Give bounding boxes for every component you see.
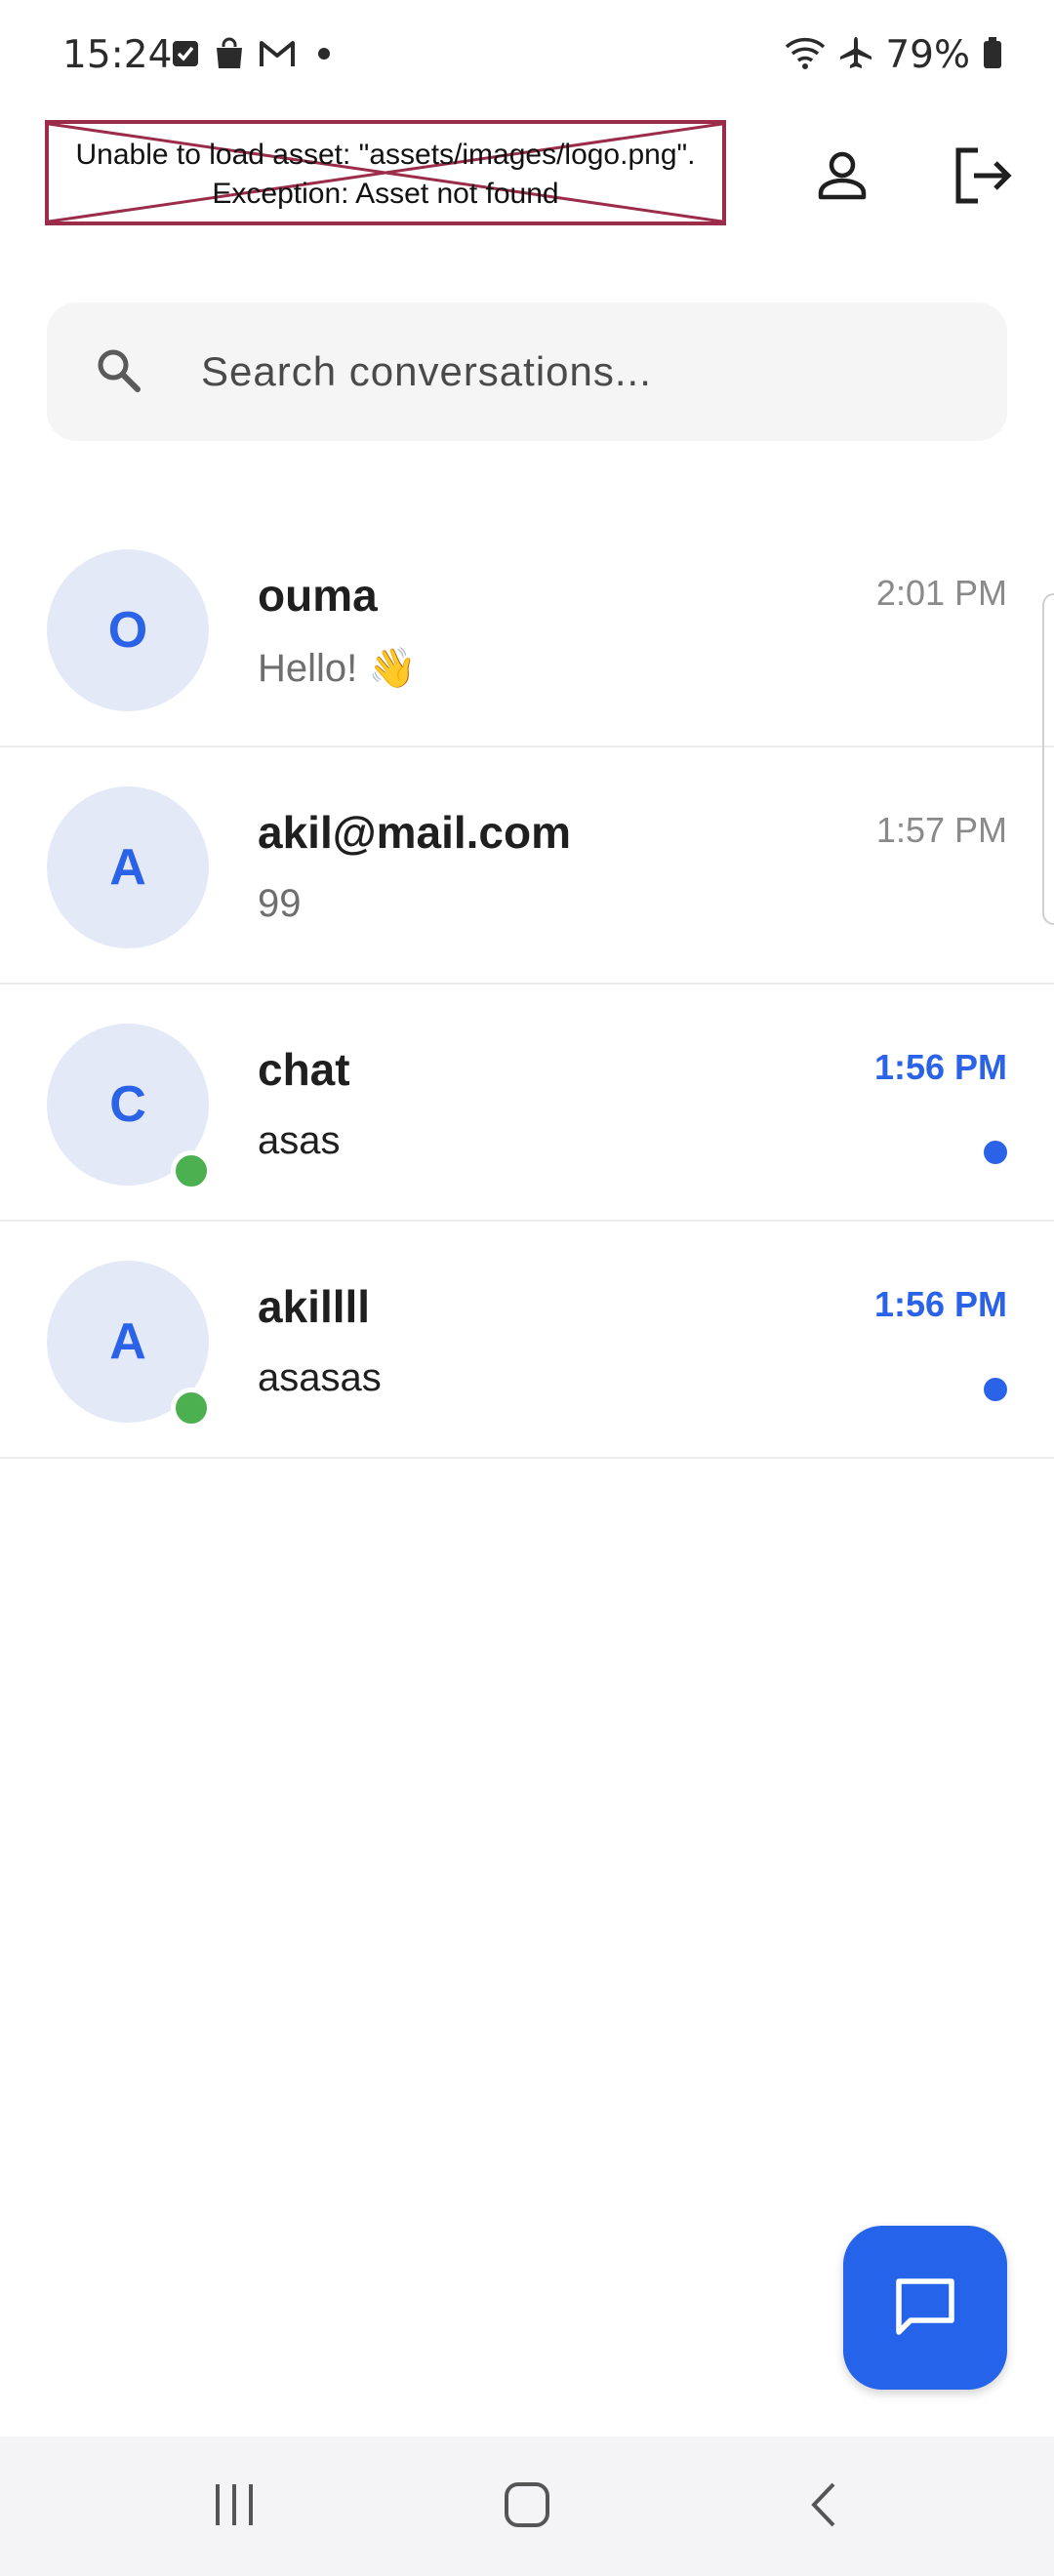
person-icon <box>818 151 867 200</box>
profile-button[interactable] <box>803 137 881 215</box>
avatar: O <box>47 549 209 711</box>
online-status-dot <box>171 1150 212 1191</box>
online-status-dot <box>171 1388 212 1429</box>
gmail-icon <box>259 39 296 73</box>
edge-panel-handle[interactable] <box>1042 593 1054 925</box>
recent-apps-icon <box>216 2484 253 2525</box>
search-bar[interactable] <box>47 302 1007 441</box>
conversation-name: akillll <box>258 1281 371 1332</box>
conversation-time: 1:56 PM <box>873 1047 1007 1087</box>
logout-icon <box>955 147 1012 204</box>
conversation-last-message: 99 <box>258 882 302 925</box>
chat-bubble-icon <box>896 2278 954 2335</box>
home-button[interactable] <box>478 2466 576 2544</box>
back-button[interactable] <box>776 2466 873 2544</box>
conversation-item[interactable]: A akillll 1:56 PM asasas <box>0 1222 1054 1459</box>
conversation-name: chat <box>258 1044 350 1095</box>
conversation-item[interactable]: A akil@mail.com 1:57 PM 99 <box>0 747 1054 985</box>
logo-error-line-2: Exception: Asset not found <box>212 178 559 210</box>
search-input[interactable] <box>199 332 964 412</box>
airplane-icon <box>838 35 873 75</box>
conversation-item[interactable]: C chat 1:56 PM asas <box>0 985 1054 1222</box>
unread-indicator <box>984 1378 1007 1401</box>
home-icon <box>505 2482 549 2527</box>
conversation-time: 2:01 PM <box>875 573 1007 613</box>
conversation-time: 1:57 PM <box>875 810 1007 850</box>
status-time: 15:24 <box>62 33 173 77</box>
conversation-time: 1:56 PM <box>873 1284 1007 1324</box>
avatar: A <box>47 786 209 948</box>
unread-indicator <box>984 1141 1007 1164</box>
recent-apps-button[interactable] <box>185 2466 283 2544</box>
checkbox-icon <box>171 39 200 73</box>
conversation-last-message: asas <box>258 1119 341 1162</box>
status-icons-right: 79% <box>784 33 1003 77</box>
shopping-bag-icon <box>214 37 245 75</box>
conversation-name: ouma <box>258 570 378 621</box>
logo-error-message: Unable to load asset: "assets/images/log… <box>49 136 722 214</box>
conversation-item[interactable]: O ouma 2:01 PM Hello! 👋 <box>0 510 1054 747</box>
conversation-name: akil@mail.com <box>258 807 571 858</box>
status-icons-left <box>171 37 339 75</box>
new-chat-button[interactable] <box>843 2226 1007 2390</box>
logo-error-line-1: Unable to load asset: "assets/images/log… <box>75 139 696 171</box>
logo-error-placeholder: Unable to load asset: "assets/images/log… <box>45 120 726 225</box>
wifi-icon <box>784 35 827 75</box>
conversation-last-message: asasas <box>258 1356 382 1399</box>
battery-percent: 79% <box>885 33 970 77</box>
battery-icon <box>982 36 1003 74</box>
system-nav-bar <box>0 2436 1054 2576</box>
search-icon <box>94 345 144 401</box>
back-icon <box>811 2482 835 2527</box>
dot-icon <box>309 39 339 73</box>
conversation-last-message: Hello! 👋 <box>258 647 418 690</box>
conversation-list: O ouma 2:01 PM Hello! 👋 A akil@mail.com … <box>0 510 1054 1459</box>
status-bar: 15:24 79% <box>0 0 1054 115</box>
logout-button[interactable] <box>944 137 1022 215</box>
